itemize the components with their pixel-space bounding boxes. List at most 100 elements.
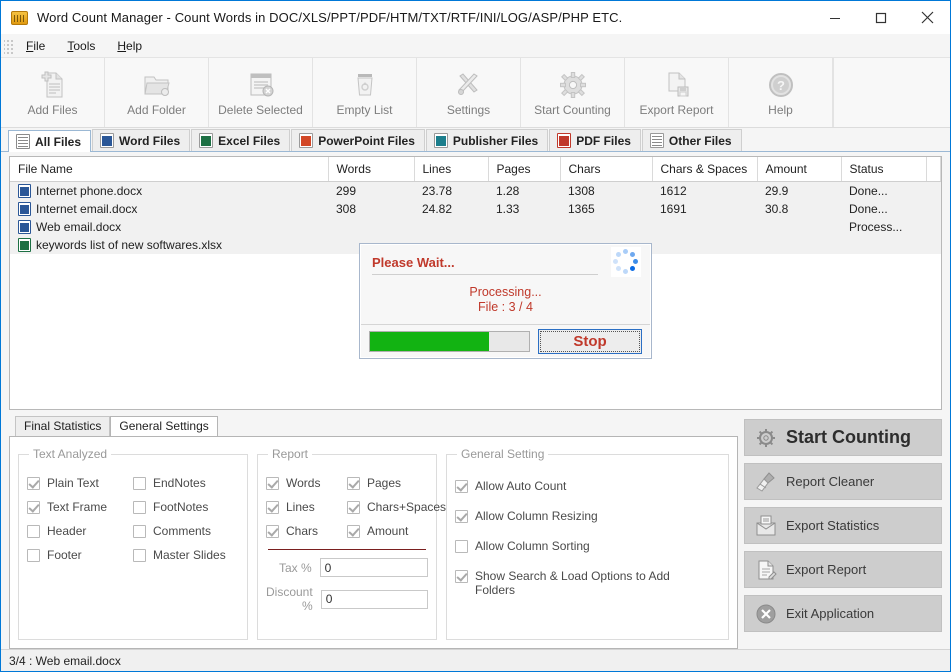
action-report-cleaner[interactable]: Report Cleaner bbox=[744, 463, 942, 500]
toolbar-start-counting[interactable]: Start Counting bbox=[521, 58, 625, 127]
checkbox-text-frame[interactable]: Text Frame bbox=[27, 495, 133, 519]
minimize-button[interactable] bbox=[812, 1, 858, 34]
powerpoint-icon bbox=[299, 133, 314, 148]
checkbox-chars[interactable]: Chars bbox=[266, 519, 347, 543]
export-document-icon bbox=[662, 68, 692, 100]
cell-amount: 30.8 bbox=[757, 199, 841, 218]
all-files-icon bbox=[16, 134, 30, 149]
maximize-button[interactable] bbox=[858, 1, 904, 34]
checkbox-lines[interactable]: Lines bbox=[266, 495, 347, 519]
tab-word-files[interactable]: Word Files bbox=[92, 129, 191, 151]
stop-button[interactable]: Stop bbox=[538, 328, 642, 354]
tax-label: Tax % bbox=[278, 560, 312, 575]
checkbox-label: Pages bbox=[367, 476, 402, 490]
toolbar-spacer bbox=[833, 58, 950, 127]
dialog-file-counter: File : 3 / 4 bbox=[478, 299, 533, 314]
checkbox-label: Show Search & Load Options to Add Folder… bbox=[475, 569, 670, 597]
action-export-statistics[interactable]: Export Statistics bbox=[744, 507, 942, 544]
checkbox-chars-plus-spaces[interactable]: Chars+Spaces bbox=[347, 495, 446, 519]
app-window: Word Count Manager - Count Words in DOC/… bbox=[0, 0, 951, 672]
column-header-file-name[interactable]: File Name bbox=[10, 157, 329, 182]
table-row[interactable]: Internet email.docx 308 24.82 1.33 1365 … bbox=[10, 199, 941, 218]
window-title: Word Count Manager - Count Words in DOC/… bbox=[37, 10, 623, 25]
checkbox-box bbox=[455, 540, 468, 553]
question-mark-icon: ? bbox=[766, 68, 796, 100]
action-exit-application[interactable]: Exit Application bbox=[744, 595, 942, 632]
checkbox-plain-text[interactable]: Plain Text bbox=[27, 471, 133, 495]
other-files-icon bbox=[649, 133, 664, 148]
checkbox-box bbox=[347, 477, 360, 490]
table-row[interactable]: Web email.docx Process... bbox=[10, 217, 941, 236]
cell-lines: 24.82 bbox=[414, 199, 488, 218]
checkbox-box bbox=[266, 477, 279, 490]
tab-other-files[interactable]: Other Files bbox=[641, 129, 742, 151]
column-header-chars-spaces[interactable]: Chars & Spaces bbox=[652, 157, 758, 182]
checkbox-box bbox=[133, 477, 146, 490]
checkbox-footnotes[interactable]: FootNotes bbox=[133, 495, 239, 519]
menu-help[interactable]: HelpHelp bbox=[106, 37, 153, 55]
tab-publisher-files[interactable]: Publisher Files bbox=[425, 129, 549, 151]
checkbox-comments[interactable]: Comments bbox=[133, 519, 239, 543]
file-table: File Name Words Lines Pages Chars Chars … bbox=[10, 157, 941, 254]
cell-amount bbox=[757, 217, 841, 236]
toolbar-empty-list-label: Empty List bbox=[336, 103, 393, 117]
toolbar-add-folder[interactable]: Add Folder bbox=[105, 58, 209, 127]
checkbox-label: Words bbox=[286, 476, 321, 490]
cell-amount: 29.9 bbox=[757, 181, 841, 200]
menu-file[interactable]: FFileile bbox=[15, 37, 56, 55]
checkbox-pages[interactable]: Pages bbox=[347, 471, 428, 495]
tab-pdf-files[interactable]: PDF Files bbox=[549, 129, 641, 151]
column-header-chars[interactable]: Chars bbox=[560, 157, 653, 182]
tax-input[interactable] bbox=[319, 558, 428, 577]
checkbox-endnotes[interactable]: EndNotes bbox=[133, 471, 239, 495]
menu-tools[interactable]: ToolsTools bbox=[56, 37, 106, 55]
column-header-words[interactable]: Words bbox=[328, 157, 415, 182]
checkbox-allow-column-sorting[interactable]: Allow Column Sorting bbox=[455, 531, 720, 561]
file-type-tabs: All Files Word Files Excel Files PowerPo… bbox=[1, 128, 950, 152]
toolbar-settings[interactable]: Settings bbox=[417, 58, 521, 127]
discount-row: Discount % bbox=[266, 585, 428, 613]
action-start-counting[interactable]: Start Counting bbox=[744, 419, 942, 456]
checkbox-box bbox=[133, 501, 146, 514]
export-report-icon bbox=[755, 559, 777, 581]
checkbox-master-slides[interactable]: Master Slides bbox=[133, 543, 239, 567]
toolbar-delete-selected[interactable]: Delete Selected bbox=[209, 58, 313, 127]
tab-other-files-label: Other Files bbox=[668, 133, 732, 148]
checkbox-amount[interactable]: Amount bbox=[347, 519, 428, 543]
progress-bar bbox=[369, 330, 530, 352]
settings-area: Final Statistics General Settings Text A… bbox=[9, 416, 738, 649]
broom-icon bbox=[755, 471, 777, 493]
checkbox-label: Allow Column Sorting bbox=[475, 539, 590, 553]
add-folder-icon bbox=[142, 68, 172, 100]
toolbar-empty-list[interactable]: Empty List bbox=[313, 58, 417, 127]
column-header-amount[interactable]: Amount bbox=[757, 157, 842, 182]
menu-grip-icon bbox=[4, 37, 13, 54]
cell-chars: 1365 bbox=[560, 199, 652, 218]
tab-final-statistics[interactable]: Final Statistics bbox=[15, 416, 111, 436]
tab-all-files[interactable]: All Files bbox=[8, 130, 92, 152]
toolbar-help[interactable]: ? Help bbox=[729, 58, 833, 127]
action-export-report-label: Export Report bbox=[786, 562, 867, 577]
tab-excel-files[interactable]: Excel Files bbox=[191, 129, 291, 151]
table-row[interactable]: Internet phone.docx 299 23.78 1.28 1308 … bbox=[10, 181, 941, 200]
action-export-report[interactable]: Export Report bbox=[744, 551, 942, 588]
checkbox-words[interactable]: Words bbox=[266, 471, 347, 495]
column-header-lines[interactable]: Lines bbox=[414, 157, 489, 182]
checkbox-footer[interactable]: Footer bbox=[27, 543, 133, 567]
trash-can-icon bbox=[350, 68, 380, 100]
column-header-status[interactable]: Status bbox=[841, 157, 927, 182]
discount-input[interactable] bbox=[320, 589, 428, 609]
tab-general-settings[interactable]: General Settings bbox=[110, 416, 218, 436]
close-button[interactable] bbox=[904, 1, 950, 34]
checkbox-header[interactable]: Header bbox=[27, 519, 133, 543]
checkbox-allow-column-resizing[interactable]: Allow Column Resizing bbox=[455, 501, 720, 531]
tab-powerpoint-files[interactable]: PowerPoint Files bbox=[291, 129, 425, 151]
column-header-pages[interactable]: Pages bbox=[488, 157, 561, 182]
checkbox-label: FootNotes bbox=[153, 500, 209, 514]
toolbar-export-report[interactable]: Export Report bbox=[625, 58, 729, 127]
tab-powerpoint-files-label: PowerPoint Files bbox=[318, 133, 415, 148]
status-bar: 3/4 : Web email.docx bbox=[1, 649, 950, 671]
checkbox-show-search-load-options[interactable]: Show Search & Load Options to Add Folder… bbox=[455, 561, 720, 605]
toolbar-add-files[interactable]: Add Files bbox=[1, 58, 105, 127]
checkbox-allow-auto-count[interactable]: Allow Auto Count bbox=[455, 471, 720, 501]
